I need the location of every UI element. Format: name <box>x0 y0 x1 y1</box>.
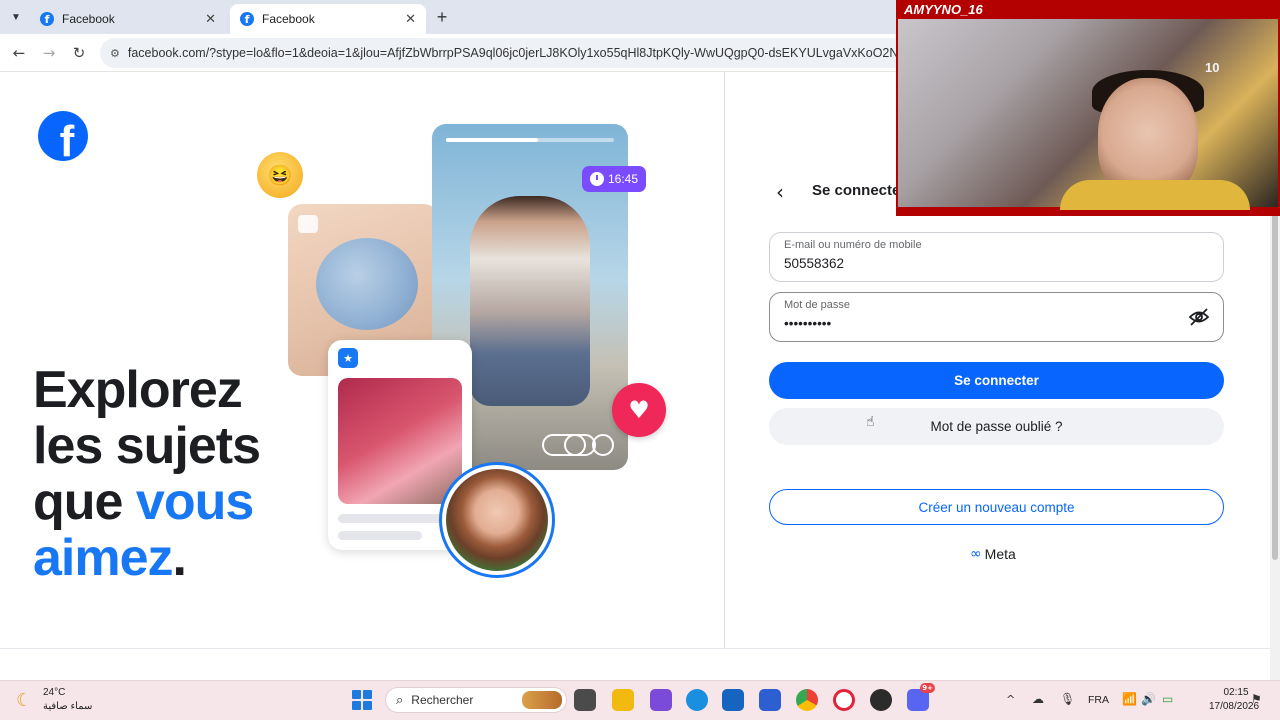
obs-studio-icon[interactable] <box>870 689 892 711</box>
knot-pillow-image <box>316 238 418 330</box>
webcam-video-feed <box>898 19 1278 207</box>
password-field-label: Mot de passe <box>784 299 851 311</box>
hide-password-eye-icon[interactable] <box>1188 307 1210 327</box>
marketplace-store-icon <box>298 215 318 233</box>
input-language[interactable]: FRA <box>1088 694 1109 706</box>
avatar-photo <box>446 469 548 571</box>
tab-title: Facebook <box>62 12 115 26</box>
edge-browser-icon[interactable] <box>686 689 708 711</box>
email-field-value[interactable]: 50558362 <box>784 256 1209 271</box>
popcorn-tickets-image <box>338 378 462 504</box>
skater-person-image <box>470 196 590 406</box>
password-field[interactable]: Mot de passe •••••••••• <box>769 292 1224 342</box>
email-field[interactable]: E-mail ou numéro de mobile 50558362 <box>769 232 1224 282</box>
tab-close-icon[interactable]: ✕ <box>205 11 216 27</box>
task-view-icon[interactable] <box>574 689 596 711</box>
login-button[interactable]: Se connecter <box>769 362 1224 399</box>
story-dot <box>592 434 614 456</box>
forward-arrow-icon[interactable]: → <box>38 42 60 64</box>
streamer-name: AMYYNO_16 <box>904 2 983 17</box>
weather-temperature[interactable]: 24°C <box>43 687 65 698</box>
webcam-person-shirt <box>1060 180 1250 210</box>
meta-logo: ∞ Meta <box>970 545 1016 563</box>
outlook-icon[interactable] <box>722 689 744 711</box>
windows-start-icon[interactable] <box>352 690 372 710</box>
facebook-logo-icon[interactable]: f <box>38 111 88 161</box>
forgot-password-button[interactable]: Mot de passe oublié ? <box>769 408 1224 445</box>
browser-tab-1[interactable]: f Facebook ✕ <box>30 4 226 34</box>
jersey-number: 10 <box>1205 60 1220 75</box>
headline-line-1: Explorez <box>33 361 243 419</box>
heart-reaction-icon: ♥ <box>612 383 666 437</box>
taskbar-search[interactable]: ⌕ Rechercher <box>385 687 567 713</box>
page-headline: Explorez les sujets que vous aimez. <box>33 362 333 586</box>
laughing-emoji-icon: 😆 <box>257 152 303 198</box>
chrome-icon[interactable] <box>796 689 818 711</box>
battery-icon[interactable]: ▭ <box>1162 692 1173 706</box>
email-field-label: E-mail ou numéro de mobile <box>784 239 922 251</box>
headline-line-2: les sujets <box>33 417 261 475</box>
reload-icon[interactable]: ↻ <box>68 42 90 64</box>
show-hidden-icons-chevron-icon[interactable]: ^ <box>1006 693 1015 706</box>
headline-aimez: aimez <box>33 529 174 587</box>
footer-divider <box>0 648 1270 649</box>
headline-line-4: aimez. <box>33 530 333 586</box>
post-skeleton-line <box>338 531 422 540</box>
facebook-favicon-icon: f <box>240 12 254 26</box>
search-icon: ⌕ <box>396 692 404 708</box>
time-badge-text: 16:45 <box>607 172 639 186</box>
meta-wordmark: Meta <box>984 546 1016 562</box>
password-field-value[interactable]: •••••••••• <box>784 316 1209 331</box>
discord-icon[interactable]: 9+ <box>907 683 935 711</box>
url-text[interactable]: facebook.com/?stype=lo&flo=1&deoia=1&jlo… <box>128 46 920 60</box>
panel-divider <box>724 72 725 648</box>
microphone-icon[interactable]: 🎙 <box>1060 692 1075 706</box>
weather-description[interactable]: سماء صافية <box>43 701 92 712</box>
headline-line-3: que vous <box>33 474 333 530</box>
headline-que: que <box>33 473 136 531</box>
search-highlight-image <box>522 691 562 709</box>
url-bar[interactable]: ⚙ facebook.com/?stype=lo&flo=1&deoia=1&j… <box>100 38 920 68</box>
create-account-button[interactable]: Créer un nouveau compte <box>769 489 1224 525</box>
microsoft-store-icon[interactable] <box>759 689 781 711</box>
login-title: Se connecte <box>812 182 901 199</box>
site-info-icon[interactable]: ⚙ <box>110 47 120 60</box>
clock-icon <box>589 172 604 186</box>
story-dot <box>564 434 586 456</box>
back-arrow-icon[interactable]: ← <box>8 42 30 64</box>
facebook-favicon-icon: f <box>40 12 54 26</box>
tab-title: Facebook <box>262 12 315 26</box>
meta-infinity-icon: ∞ <box>970 546 982 562</box>
volume-icon[interactable]: 🔊 <box>1141 692 1156 706</box>
vpn-cloud-icon[interactable]: ☁ <box>1032 692 1044 706</box>
back-chevron-icon[interactable]: ‹ <box>776 180 796 204</box>
discord-badge: 9+ <box>920 683 935 693</box>
browser-tab-2-active[interactable]: f Facebook ✕ <box>230 4 426 34</box>
scrollbar-thumb[interactable] <box>1272 210 1278 560</box>
time-badge: 16:45 <box>582 166 646 192</box>
story-dots <box>482 434 614 458</box>
profile-avatar <box>439 462 555 578</box>
headline-dot: . <box>172 529 187 587</box>
wifi-icon[interactable]: 📶 <box>1122 692 1137 706</box>
tab-search-button[interactable]: ▼ <box>6 8 26 26</box>
search-placeholder: Rechercher <box>411 693 474 707</box>
headline-vous: vous <box>135 473 254 531</box>
story-progress-fill <box>446 138 539 142</box>
moon-weather-icon[interactable]: ☾ <box>16 690 32 711</box>
file-explorer-icon[interactable] <box>612 689 634 711</box>
microsoft-365-icon[interactable] <box>650 689 672 711</box>
new-tab-button[interactable]: + <box>432 6 452 28</box>
mouse-hand-cursor-icon: ☝ <box>866 414 875 430</box>
tab-close-icon[interactable]: ✕ <box>405 11 416 27</box>
saved-star-icon: ★ <box>338 348 358 368</box>
notification-bell-icon[interactable]: ⚑ <box>1251 692 1262 706</box>
opera-icon[interactable] <box>833 689 855 711</box>
